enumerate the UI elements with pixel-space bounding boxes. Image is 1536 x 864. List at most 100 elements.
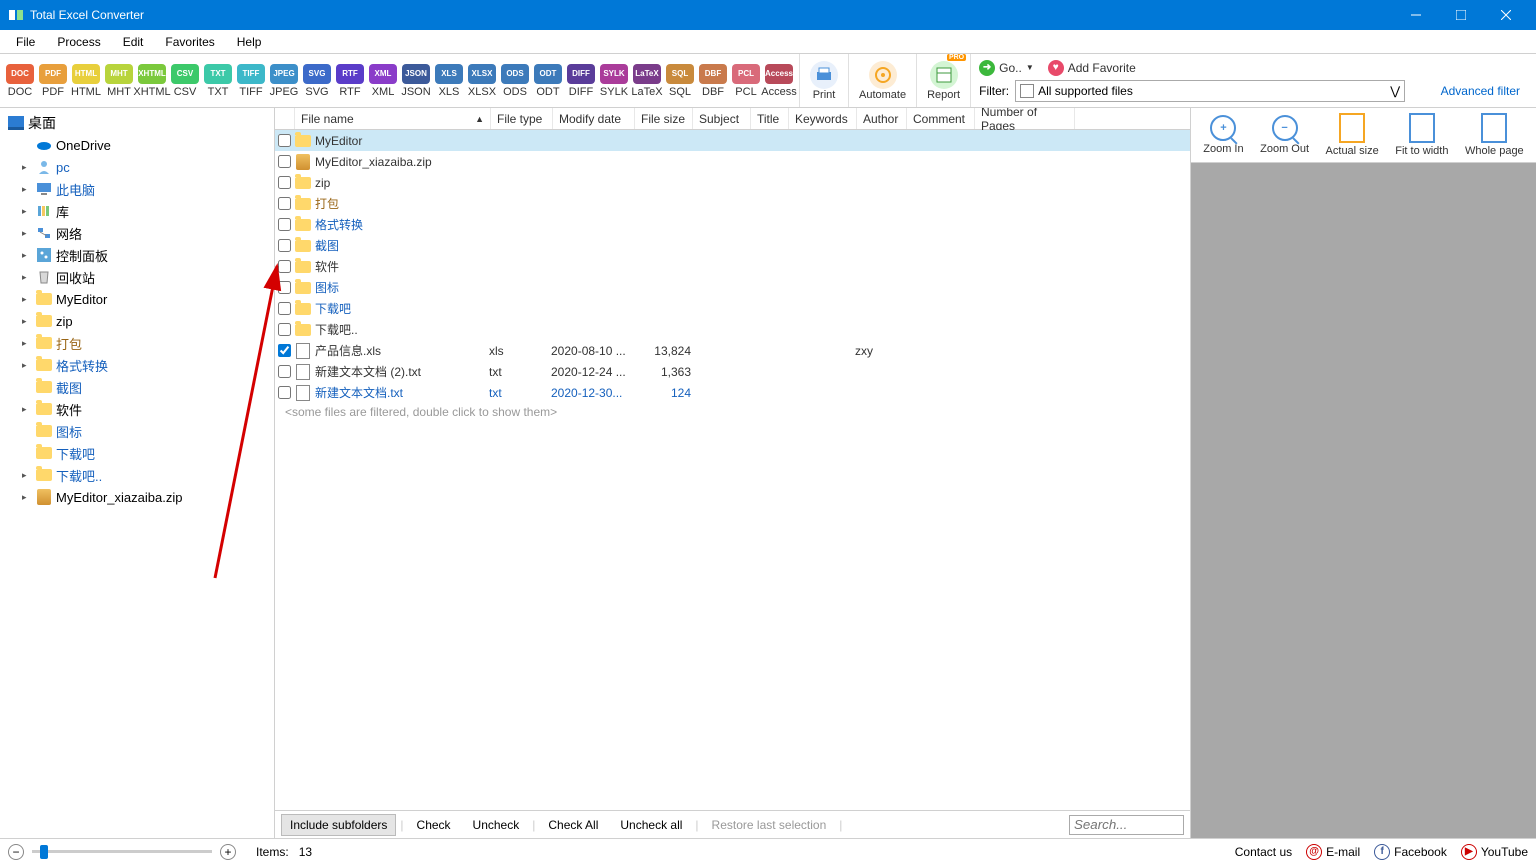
- folder-tree[interactable]: 桌面 OneDrive▸pc▸此电脑▸库▸网络▸控制面板▸回收站▸MyEdito…: [0, 108, 275, 838]
- format-access[interactable]: AccessAccess: [763, 56, 795, 105]
- file-row[interactable]: 打包: [275, 193, 1190, 214]
- format-doc[interactable]: DOCDOC: [4, 56, 36, 105]
- zoom-minus-button[interactable]: −: [8, 844, 24, 860]
- row-checkbox[interactable]: [278, 134, 291, 147]
- file-row[interactable]: zip: [275, 172, 1190, 193]
- file-row[interactable]: 新建文本文档.txttxt2020-12-30...124: [275, 382, 1190, 403]
- zoom-plus-button[interactable]: +: [220, 844, 236, 860]
- report-button[interactable]: PRO Report: [917, 54, 971, 107]
- format-tiff[interactable]: TIFFTIFF: [235, 56, 267, 105]
- format-jpeg[interactable]: JPEGJPEG: [268, 56, 300, 105]
- row-checkbox[interactable]: [278, 155, 291, 168]
- actual-size-button[interactable]: Actual size: [1326, 113, 1379, 157]
- uncheck-all-button[interactable]: Uncheck all: [611, 814, 691, 836]
- fit-width-button[interactable]: Fit to width: [1395, 113, 1448, 157]
- youtube-link[interactable]: ▶YouTube: [1461, 844, 1528, 860]
- tree-item[interactable]: ▸网络: [0, 222, 274, 244]
- uncheck-button[interactable]: Uncheck: [464, 814, 529, 836]
- tree-item[interactable]: ▸控制面板: [0, 244, 274, 266]
- file-row[interactable]: MyEditor_xiazaiba.zip: [275, 151, 1190, 172]
- tree-item[interactable]: 图标: [0, 420, 274, 442]
- format-diff[interactable]: DIFFDIFF: [565, 56, 597, 105]
- format-xlsx[interactable]: XLSXXLSX: [466, 56, 498, 105]
- tree-item[interactable]: ▸格式转换: [0, 354, 274, 376]
- file-row[interactable]: 产品信息.xlsxls2020-08-10 ...13,824zxy: [275, 340, 1190, 361]
- format-sql[interactable]: SQLSQL: [664, 56, 696, 105]
- menu-favorites[interactable]: Favorites: [155, 32, 224, 52]
- format-odt[interactable]: ODTODT: [532, 56, 564, 105]
- tree-root[interactable]: 桌面: [0, 112, 274, 134]
- file-row[interactable]: 图标: [275, 277, 1190, 298]
- advanced-filter-link[interactable]: Advanced filter: [1441, 84, 1528, 98]
- tree-item[interactable]: 截图: [0, 376, 274, 398]
- contact-us-link[interactable]: Contact us: [1235, 845, 1292, 859]
- close-button[interactable]: [1483, 0, 1528, 30]
- row-checkbox[interactable]: [278, 302, 291, 315]
- format-xml[interactable]: XMLXML: [367, 56, 399, 105]
- file-list[interactable]: MyEditorMyEditor_xiazaiba.zipzip打包格式转换截图…: [275, 130, 1190, 810]
- print-button[interactable]: Print: [800, 54, 849, 107]
- file-row[interactable]: 下载吧: [275, 298, 1190, 319]
- menu-file[interactable]: File: [6, 32, 45, 52]
- row-checkbox[interactable]: [278, 365, 291, 378]
- file-row[interactable]: 格式转换: [275, 214, 1190, 235]
- row-checkbox[interactable]: [278, 344, 291, 357]
- format-xhtml[interactable]: XHTMLXHTML: [136, 56, 168, 105]
- minimize-button[interactable]: [1393, 0, 1438, 30]
- format-mht[interactable]: MHTMHT: [103, 56, 135, 105]
- tree-item[interactable]: ▸下载吧..: [0, 464, 274, 486]
- zoom-out-button[interactable]: −Zoom Out: [1260, 115, 1309, 155]
- row-checkbox[interactable]: [278, 176, 291, 189]
- tree-item[interactable]: 下载吧: [0, 442, 274, 464]
- zoom-in-button[interactable]: +Zoom In: [1203, 115, 1243, 155]
- format-dbf[interactable]: DBFDBF: [697, 56, 729, 105]
- file-row[interactable]: 下载吧..: [275, 319, 1190, 340]
- format-xls[interactable]: XLSXLS: [433, 56, 465, 105]
- search-input[interactable]: [1069, 815, 1184, 835]
- maximize-button[interactable]: [1438, 0, 1483, 30]
- format-pcl[interactable]: PCLPCL: [730, 56, 762, 105]
- tree-item[interactable]: ▸pc: [0, 156, 274, 178]
- menu-help[interactable]: Help: [227, 32, 272, 52]
- tree-item[interactable]: OneDrive: [0, 134, 274, 156]
- row-checkbox[interactable]: [278, 260, 291, 273]
- tree-item[interactable]: ▸回收站: [0, 266, 274, 288]
- check-all-button[interactable]: Check All: [539, 814, 607, 836]
- format-rtf[interactable]: RTFRTF: [334, 56, 366, 105]
- filtered-note[interactable]: <some files are filtered, double click t…: [275, 403, 1190, 421]
- format-sylk[interactable]: SYLKSYLK: [598, 56, 630, 105]
- tree-item[interactable]: ▸MyEditor: [0, 288, 274, 310]
- facebook-link[interactable]: fFacebook: [1374, 844, 1447, 860]
- go-button[interactable]: ➜Go.. ▼: [979, 60, 1034, 76]
- automate-button[interactable]: Automate: [849, 54, 917, 107]
- row-checkbox[interactable]: [278, 218, 291, 231]
- zoom-slider[interactable]: [32, 850, 212, 853]
- format-html[interactable]: HTMLHTML: [70, 56, 102, 105]
- menu-edit[interactable]: Edit: [113, 32, 154, 52]
- format-ods[interactable]: ODSODS: [499, 56, 531, 105]
- restore-selection-button[interactable]: Restore last selection: [703, 814, 836, 836]
- format-txt[interactable]: TXTTXT: [202, 56, 234, 105]
- tree-item[interactable]: ▸打包: [0, 332, 274, 354]
- format-pdf[interactable]: PDFPDF: [37, 56, 69, 105]
- file-row[interactable]: MyEditor: [275, 130, 1190, 151]
- file-list-header[interactable]: File name▲ File type Modify date File si…: [275, 108, 1190, 130]
- filter-select[interactable]: All supported files ⋁: [1015, 80, 1405, 102]
- whole-page-button[interactable]: Whole page: [1465, 113, 1524, 157]
- format-json[interactable]: JSONJSON: [400, 56, 432, 105]
- check-button[interactable]: Check: [408, 814, 460, 836]
- row-checkbox[interactable]: [278, 323, 291, 336]
- format-csv[interactable]: CSVCSV: [169, 56, 201, 105]
- format-svg[interactable]: SVGSVG: [301, 56, 333, 105]
- add-favorite-button[interactable]: ♥Add Favorite: [1048, 60, 1136, 76]
- include-subfolders-button[interactable]: Include subfolders: [281, 814, 396, 836]
- tree-item[interactable]: ▸此电脑: [0, 178, 274, 200]
- row-checkbox[interactable]: [278, 239, 291, 252]
- file-row[interactable]: 软件: [275, 256, 1190, 277]
- tree-item[interactable]: ▸zip: [0, 310, 274, 332]
- email-link[interactable]: @E-mail: [1306, 844, 1360, 860]
- row-checkbox[interactable]: [278, 386, 291, 399]
- file-row[interactable]: 截图: [275, 235, 1190, 256]
- row-checkbox[interactable]: [278, 281, 291, 294]
- tree-item[interactable]: ▸库: [0, 200, 274, 222]
